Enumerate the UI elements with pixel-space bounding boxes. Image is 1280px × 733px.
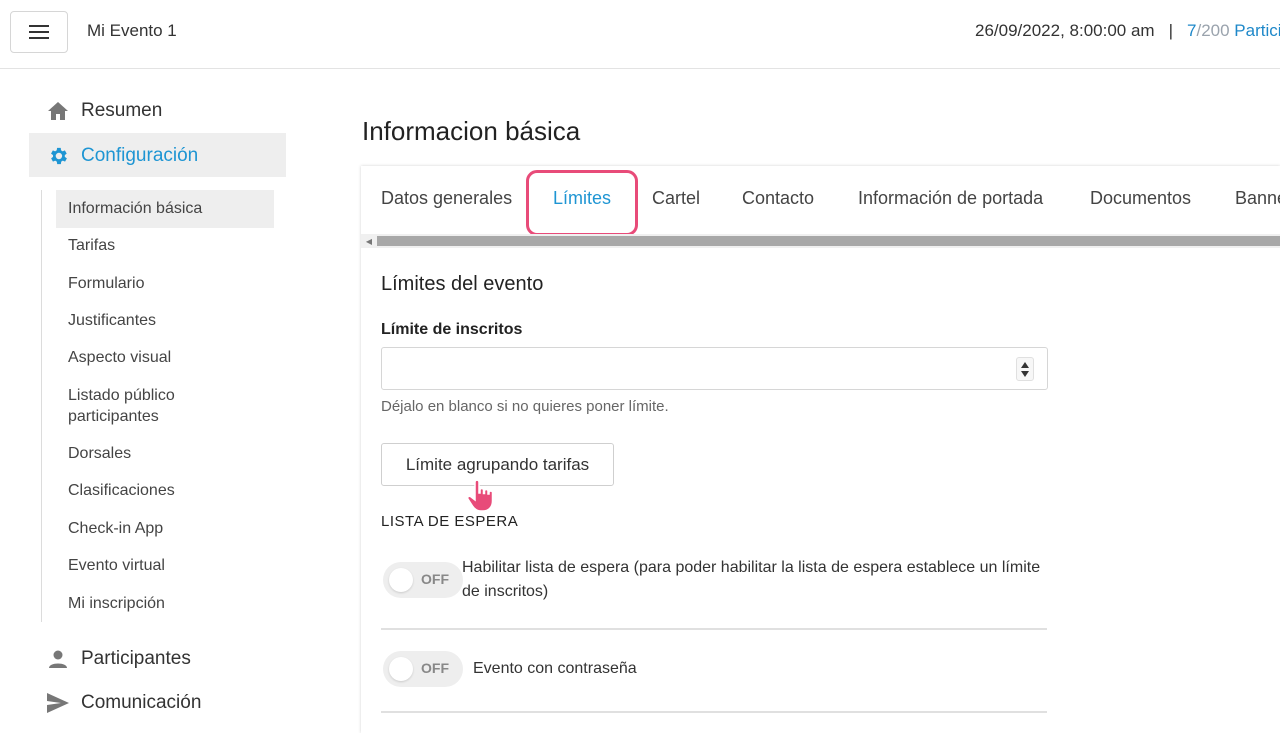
divider bbox=[381, 711, 1047, 713]
hand-cursor-icon bbox=[466, 479, 494, 512]
sidebar-item-configuracion[interactable]: Configuración bbox=[45, 143, 198, 169]
sidebar-item-label: Configuración bbox=[81, 145, 199, 166]
toggle-knob bbox=[389, 657, 413, 681]
sidebar-item-label: Resumen bbox=[81, 100, 163, 121]
submenu-item-aspecto-visual[interactable]: Aspecto visual bbox=[68, 347, 268, 368]
stepper-up-icon[interactable] bbox=[1021, 361, 1029, 368]
participants-label[interactable]: Partici bbox=[1230, 21, 1280, 40]
submenu-item-dorsales[interactable]: Dorsales bbox=[68, 443, 268, 464]
send-icon bbox=[45, 690, 71, 716]
tab-documentos[interactable]: Documentos bbox=[1090, 188, 1191, 209]
meta-separator: | bbox=[1168, 21, 1174, 40]
waitlist-toggle-label: Habilitar lista de espera (para poder ha… bbox=[462, 559, 1041, 600]
waitlist-title: LISTA DE ESPERA bbox=[381, 513, 519, 530]
tab-bar: Datos generales Límites Cartel Contacto … bbox=[361, 166, 1280, 236]
sidebar-item-label: Participantes bbox=[81, 648, 191, 669]
submenu-item-informacion-basica[interactable]: Información básica bbox=[68, 198, 268, 219]
number-stepper[interactable] bbox=[1016, 357, 1034, 381]
event-name: Mi Evento 1 bbox=[87, 21, 177, 40]
scrollbar-thumb[interactable] bbox=[377, 236, 1280, 246]
page-title: Informacion básica bbox=[362, 116, 581, 146]
home-icon bbox=[45, 98, 71, 124]
tab-datos-generales[interactable]: Datos generales bbox=[381, 188, 512, 209]
password-toggle[interactable]: OFF bbox=[383, 651, 463, 687]
limit-help-text: Déjalo en blanco si no quieres poner lím… bbox=[381, 398, 669, 415]
participants-max[interactable]: /200 bbox=[1196, 21, 1229, 40]
submenu-item-check-in-app[interactable]: Check-in App bbox=[68, 518, 268, 539]
submenu-line bbox=[41, 190, 42, 622]
tab-banner[interactable]: Banne bbox=[1235, 188, 1280, 209]
toggle-knob bbox=[389, 568, 413, 592]
group-limit-button[interactable]: Límite agrupando tarifas bbox=[381, 443, 614, 486]
divider bbox=[381, 628, 1047, 630]
event-meta: 26/09/2022, 8:00:00 am | 7/200 Partici bbox=[975, 21, 1280, 41]
tab-contacto[interactable]: Contacto bbox=[742, 188, 814, 209]
limit-label: Límite de inscritos bbox=[381, 321, 523, 338]
submenu-item-justificantes[interactable]: Justificantes bbox=[68, 310, 268, 331]
tab-cartel[interactable]: Cartel bbox=[652, 188, 700, 209]
top-bar: Mi Evento 1 26/09/2022, 8:00:00 am | 7/200… bbox=[0, 0, 1280, 69]
tabs-scrollbar[interactable]: ◀ bbox=[361, 234, 1280, 248]
hamburger-icon bbox=[29, 25, 49, 39]
tab-limites[interactable]: Límites bbox=[553, 188, 611, 209]
submenu-item-tarifas[interactable]: Tarifas bbox=[68, 235, 268, 256]
submenu-item-formulario[interactable]: Formulario bbox=[68, 273, 268, 294]
toggle-state: OFF bbox=[421, 660, 449, 676]
sidebar-item-participantes[interactable]: Participantes bbox=[45, 646, 191, 672]
submenu-item-evento-virtual[interactable]: Evento virtual bbox=[68, 555, 268, 576]
toggle-state: OFF bbox=[421, 571, 449, 587]
gear-icon bbox=[45, 143, 71, 169]
content-card: Datos generales Límites Cartel Contacto … bbox=[361, 166, 1280, 733]
submenu-item-listado-publico[interactable]: Listado público participantes bbox=[68, 385, 208, 427]
waitlist-toggle[interactable]: OFF bbox=[383, 562, 463, 598]
sidebar-item-comunicacion[interactable]: Comunicación bbox=[45, 690, 201, 716]
submenu-item-mi-inscripcion[interactable]: Mi inscripción bbox=[68, 593, 268, 614]
tab-informacion-portada[interactable]: Información de portada bbox=[858, 188, 1043, 209]
menu-button[interactable] bbox=[10, 11, 68, 53]
password-toggle-label: Evento con contraseña bbox=[473, 660, 637, 677]
stepper-down-icon[interactable] bbox=[1021, 370, 1029, 377]
scroll-left-icon[interactable]: ◀ bbox=[363, 234, 375, 248]
sidebar-item-label: Comunicación bbox=[81, 692, 202, 713]
person-icon bbox=[45, 646, 71, 672]
section-title: Límites del evento bbox=[381, 273, 544, 295]
submenu-item-clasificaciones[interactable]: Clasificaciones bbox=[68, 480, 268, 501]
sidebar-item-resumen[interactable]: Resumen bbox=[45, 98, 162, 124]
event-datetime: 26/09/2022, 8:00:00 am bbox=[975, 21, 1155, 40]
limit-input[interactable] bbox=[381, 347, 1048, 390]
